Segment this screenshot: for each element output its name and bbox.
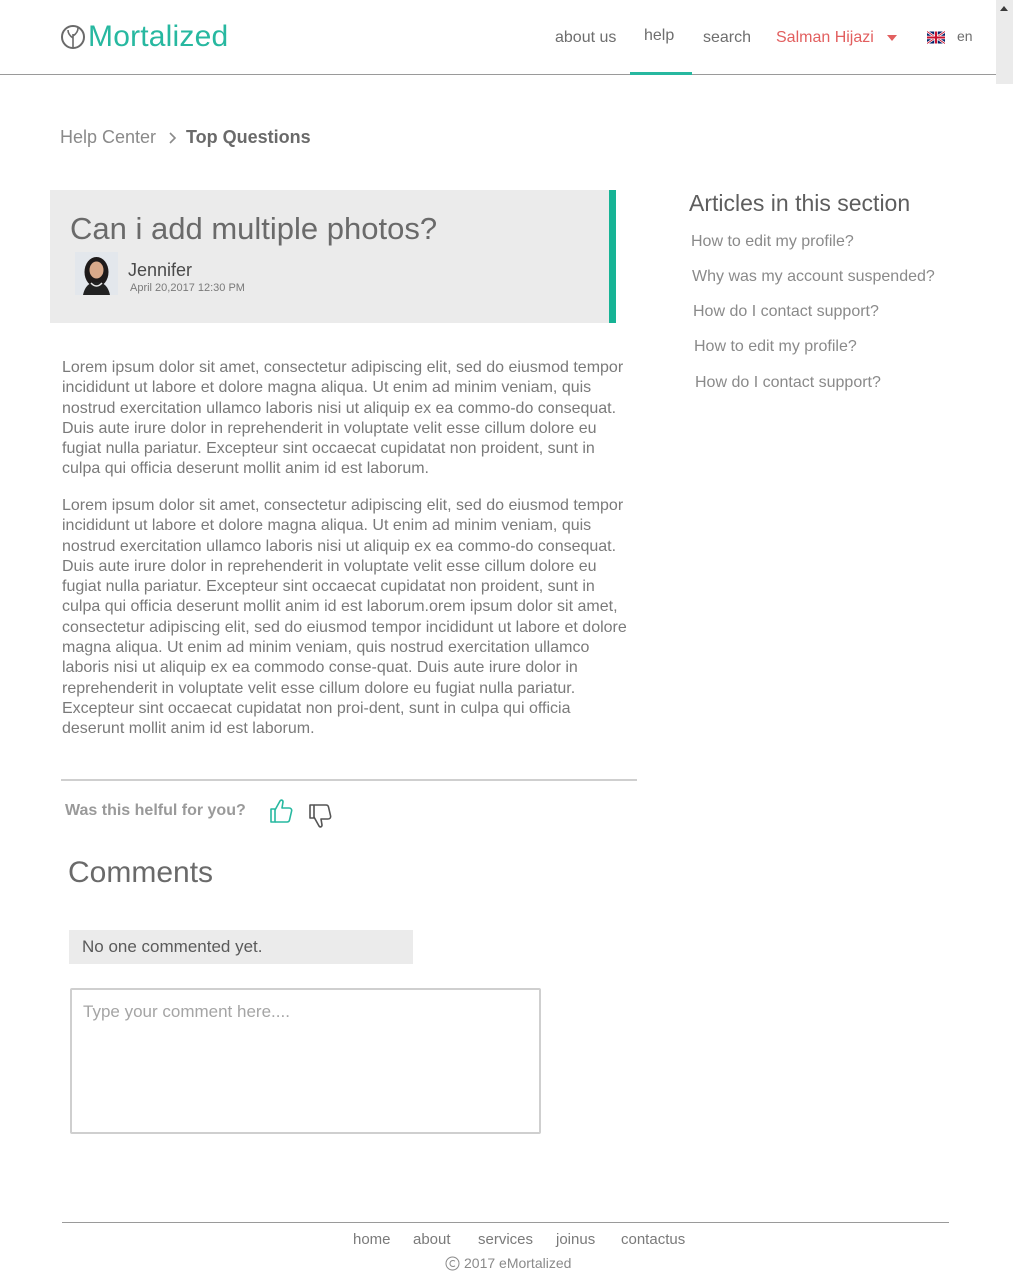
author-name[interactable]: Jennifer	[128, 260, 192, 281]
language-selector[interactable]: en	[957, 28, 973, 44]
question-title: Can i add multiple photos?	[70, 211, 438, 246]
thumbs-down-icon[interactable]	[308, 803, 332, 829]
sidebar-heading: Articles in this section	[689, 190, 911, 216]
nav-search[interactable]: search	[703, 28, 751, 48]
helpful-prompt: Was this helful for you?	[65, 802, 246, 819]
post-date: April 20,2017 12:30 PM	[130, 282, 245, 294]
comments-heading: Comments	[68, 856, 214, 889]
nav-about-us[interactable]: about us	[555, 28, 616, 48]
active-nav-indicator	[630, 72, 692, 75]
chevron-right-icon	[169, 132, 177, 144]
caret-down-icon[interactable]	[887, 35, 897, 41]
nav-help[interactable]: help	[644, 26, 674, 46]
footer-link-services[interactable]: services	[478, 1231, 533, 1248]
breadcrumb-current: Top Questions	[186, 127, 311, 147]
scrollbar[interactable]	[996, 0, 1013, 84]
comment-input[interactable]	[70, 988, 541, 1134]
user-menu[interactable]: Salman Hijazi	[776, 28, 874, 48]
footer-link-contactus[interactable]: contactus	[621, 1231, 685, 1248]
brand-logo[interactable]: Mortalized	[58, 20, 228, 54]
footer-link-about[interactable]: about	[413, 1231, 451, 1248]
sidebar-article-link[interactable]: How to edit my profile?	[691, 233, 854, 251]
brand-name: Mortalized	[88, 20, 229, 53]
sidebar-article-link[interactable]: Why was my account suspended?	[692, 268, 935, 286]
logo-mark-icon	[61, 25, 85, 49]
sidebar-article-link[interactable]: How do I contact support?	[695, 374, 881, 392]
avatar-image	[75, 252, 118, 295]
sidebar-article-link[interactable]: How do I contact support?	[693, 303, 879, 321]
divider	[61, 779, 637, 781]
empty-comments-notice: No one commented yet.	[69, 930, 413, 964]
copyright-icon	[445, 1256, 460, 1270]
thumbs-up-icon[interactable]	[269, 798, 293, 824]
scroll-up-arrow-icon[interactable]	[1000, 6, 1008, 11]
article-paragraph: Lorem ipsum dolor sit amet, consectetur …	[62, 497, 627, 738]
author-avatar	[75, 252, 118, 295]
footer-link-home[interactable]: home	[353, 1231, 391, 1248]
empty-comments-text: No one commented yet.	[82, 937, 263, 956]
copyright-text: 2017 eMortalized	[464, 1255, 572, 1271]
sidebar-article-link[interactable]: How to edit my profile?	[694, 338, 857, 356]
article-paragraph: Lorem ipsum dolor sit amet, consectetur …	[62, 359, 624, 478]
top-header: Mortalized about us help search Salman H…	[0, 0, 1001, 75]
breadcrumb-help-center[interactable]: Help Center	[60, 127, 156, 148]
copyright: 2017 eMortalized	[445, 1255, 571, 1271]
uk-flag-icon[interactable]	[927, 31, 945, 44]
footer-divider	[62, 1222, 949, 1223]
footer-link-joinus[interactable]: joinus	[556, 1231, 595, 1248]
question-accent-bar	[609, 190, 616, 323]
